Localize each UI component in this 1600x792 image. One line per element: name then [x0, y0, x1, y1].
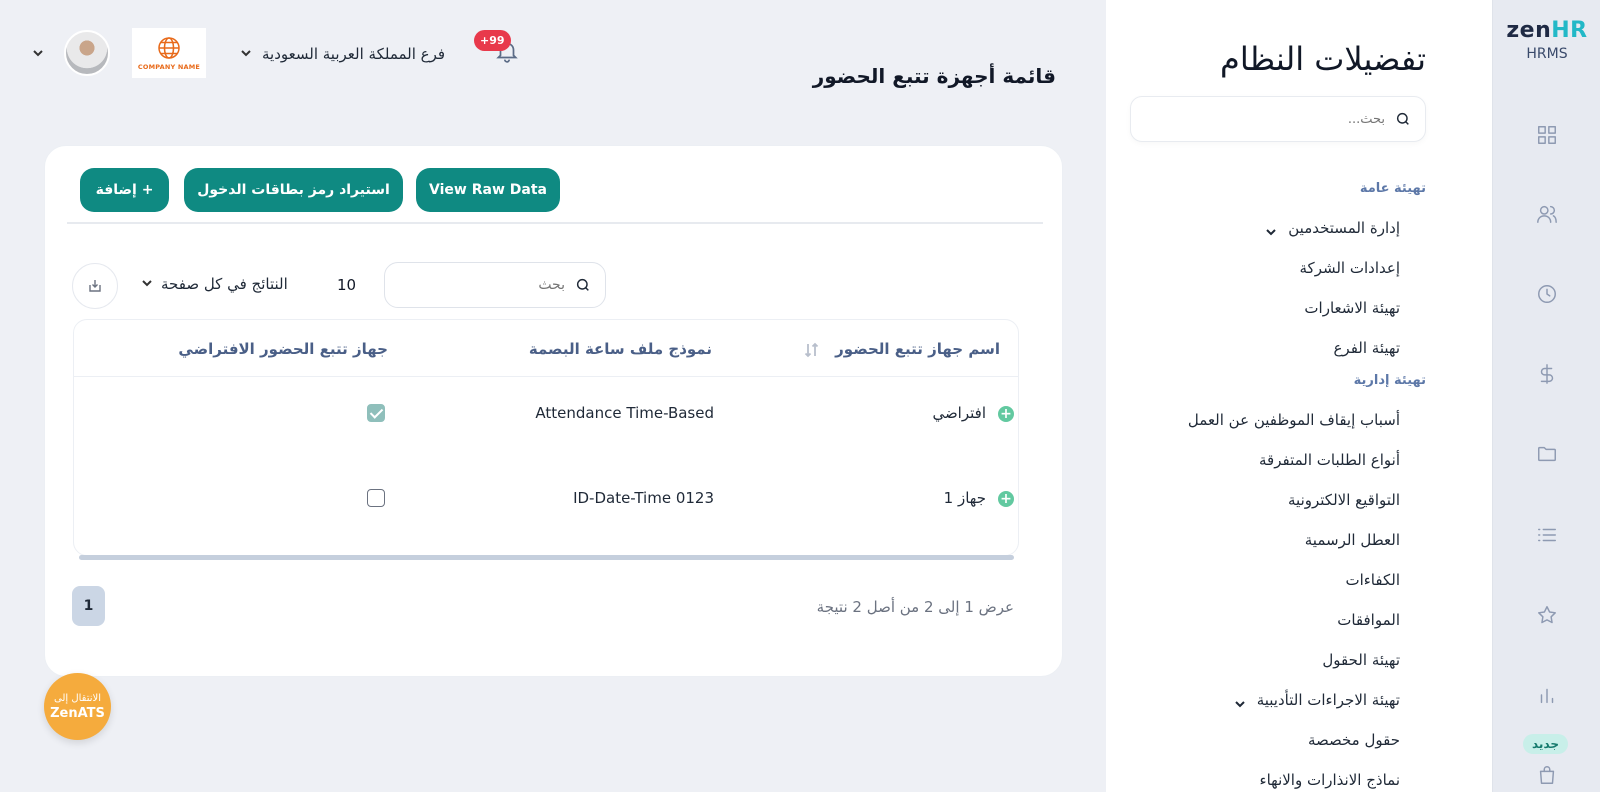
chevron-down-icon — [240, 45, 252, 63]
company-name: COMPANY NAME — [137, 63, 201, 71]
clock-icon[interactable] — [1493, 279, 1600, 309]
chart-icon[interactable] — [1493, 680, 1600, 710]
chevron-down-icon — [1266, 223, 1276, 236]
zenats-line1: الانتقال إلى — [54, 692, 101, 704]
export-button[interactable] — [72, 263, 118, 309]
branch-name: فرع المملكة العربية السعودية — [262, 45, 446, 63]
menu-item-suspension-reasons[interactable]: أسباب إيقاف الموظفين عن العمل — [1126, 400, 1426, 440]
column-header-default-device[interactable]: جهاز تتبع الحضور الافتراضي — [178, 340, 388, 358]
default-checkbox[interactable] — [367, 404, 385, 422]
per-page-value[interactable]: 10 — [337, 276, 356, 294]
menu-item-label: التواقيع الالكترونية — [1288, 491, 1400, 509]
add-button[interactable]: + إضافة — [80, 168, 169, 212]
horizontal-scrollbar[interactable] — [79, 555, 1014, 560]
settings-search[interactable] — [1130, 96, 1426, 142]
menu-item-label: الموافقات — [1337, 611, 1400, 629]
zenhr-logo[interactable]: zenHR HRMS — [1493, 18, 1600, 62]
menu-item-warning-templates[interactable]: نماذج الانذارات والانهاء — [1126, 760, 1426, 792]
view-raw-data-button[interactable]: View Raw Data — [416, 168, 560, 212]
expand-row-icon[interactable]: + — [998, 491, 1014, 507]
company-logo: COMPANY NAME — [132, 28, 206, 78]
divider — [67, 222, 1043, 224]
menu-item-competencies[interactable]: الكفاءات — [1126, 560, 1426, 600]
menu-item-holidays[interactable]: العطل الرسمية — [1126, 520, 1426, 560]
per-page-selector[interactable]: النتائج في كل صفحة — [141, 270, 288, 298]
icon-rail: zenHR HRMS جديد — [1492, 0, 1600, 792]
menu-item-approvals[interactable]: الموافقات — [1126, 600, 1426, 640]
logo-hr: HR — [1551, 18, 1588, 43]
default-checkbox[interactable] — [367, 489, 385, 507]
settings-search-input[interactable] — [1131, 111, 1385, 127]
expand-row-icon[interactable]: + — [998, 406, 1014, 422]
column-header-template[interactable]: نموذج ملف ساعة البصمة — [529, 340, 712, 358]
chevron-down-icon — [141, 275, 153, 293]
menu-item-disciplinary[interactable]: تهيئة الاجراءات التأديبية — [1126, 680, 1426, 720]
grid-icon[interactable] — [1493, 120, 1600, 150]
notification-badge: +99 — [474, 30, 511, 51]
zenats-switch-button[interactable]: الانتقال إلى ZenATS — [44, 673, 111, 740]
logo-zen: zen — [1506, 18, 1552, 43]
globe-icon — [158, 37, 180, 59]
download-icon — [89, 280, 101, 292]
menu-item-label: أسباب إيقاف الموظفين عن العمل — [1187, 411, 1400, 429]
shopping-bag-icon[interactable] — [1493, 760, 1600, 790]
menu-item-label: حقول مخصصة — [1307, 731, 1400, 749]
per-page-label: النتائج في كل صفحة — [161, 275, 288, 293]
menu-section-administrative: تهيئة إدارية — [1353, 373, 1426, 388]
zenats-line2: ZenATS — [50, 705, 105, 721]
devices-card: + إضافة استيراد رمز بطاقات الدخول View R… — [44, 145, 1063, 677]
menu-item-label: الكفاءات — [1345, 571, 1400, 589]
menu-item-custom-fields[interactable]: حقول مخصصة — [1126, 720, 1426, 760]
menu-item-label: إدارة المستخدمين — [1288, 219, 1400, 237]
table-row: + افتراضي Attendance Time-Based — [74, 396, 1018, 436]
menu-item-e-signatures[interactable]: التواقيع الالكترونية — [1126, 480, 1426, 520]
table-search-input[interactable] — [385, 277, 565, 293]
menu-item-fields[interactable]: تهيئة الحقول — [1126, 640, 1426, 680]
sort-icon[interactable] — [804, 342, 820, 358]
menu-section-general: تهيئة عامة — [1359, 181, 1426, 196]
page-button[interactable]: 1 — [72, 586, 105, 626]
menu-item-label: نماذج الانذارات والانهاء — [1259, 771, 1400, 789]
table-row: + جهاز 1 ID-Date-Time 0123 — [74, 481, 1018, 521]
search-icon — [1396, 112, 1409, 125]
user-menu-chevron-icon[interactable] — [32, 44, 46, 58]
column-header-device-name[interactable]: اسم جهاز تتبع الحضور — [835, 340, 1000, 358]
menu-item-label: تهيئة الاجراءات التأديبية — [1256, 691, 1400, 709]
header-divider — [74, 376, 1018, 377]
menu-item-label: تهيئة الفرع — [1333, 339, 1400, 357]
menu-item-notifications[interactable]: تهيئة الاشعارات — [1126, 288, 1426, 328]
list-icon[interactable] — [1493, 520, 1600, 550]
menu-item-label: تهيئة الاشعارات — [1304, 299, 1400, 317]
dollar-icon[interactable] — [1493, 359, 1600, 389]
avatar[interactable] — [64, 30, 110, 76]
device-name: افتراضي — [932, 404, 986, 422]
template-name: ID-Date-Time 0123 — [573, 489, 714, 507]
branch-selector[interactable]: فرع المملكة العربية السعودية — [240, 40, 445, 68]
users-icon[interactable] — [1493, 199, 1600, 229]
settings-sidebar: تفضيلات النظام تهيئة عامة إدارة المستخدم… — [1106, 0, 1492, 792]
menu-item-request-types[interactable]: أنواع الطلبات المتفرقة — [1126, 440, 1426, 480]
menu-item-company-settings[interactable]: إعدادات الشركة — [1126, 248, 1426, 288]
page-title: قائمة أجهزة تتبع الحضور — [812, 64, 1056, 88]
menu-item-label: إعدادات الشركة — [1299, 259, 1400, 277]
device-name: جهاز 1 — [943, 489, 986, 507]
import-access-codes-button[interactable]: استيراد رمز بطاقات الدخول — [184, 168, 403, 212]
menu-item-branch[interactable]: تهيئة الفرع — [1126, 328, 1426, 368]
star-icon[interactable] — [1493, 600, 1600, 630]
template-name: Attendance Time-Based — [535, 404, 714, 422]
settings-menu: تهيئة عامة إدارة المستخدمين إعدادات الشر… — [1126, 176, 1426, 792]
search-icon — [576, 278, 589, 291]
folder-icon[interactable] — [1493, 439, 1600, 469]
product-label: HRMS — [1526, 46, 1568, 62]
menu-item-user-management[interactable]: إدارة المستخدمين — [1126, 208, 1426, 248]
menu-item-label: العطل الرسمية — [1304, 531, 1400, 549]
menu-item-label: تهيئة الحقول — [1322, 651, 1400, 669]
devices-table: اسم جهاز تتبع الحضور نموذج ملف ساعة البص… — [73, 319, 1019, 556]
settings-title: تفضيلات النظام — [1220, 40, 1426, 78]
table-search[interactable] — [384, 262, 606, 308]
results-summary: عرض 1 إلى 2 من أصل 2 نتيجة — [816, 598, 1014, 616]
chevron-down-icon — [1234, 695, 1245, 708]
menu-item-label: أنواع الطلبات المتفرقة — [1259, 451, 1400, 469]
new-badge: جديد — [1523, 734, 1569, 754]
